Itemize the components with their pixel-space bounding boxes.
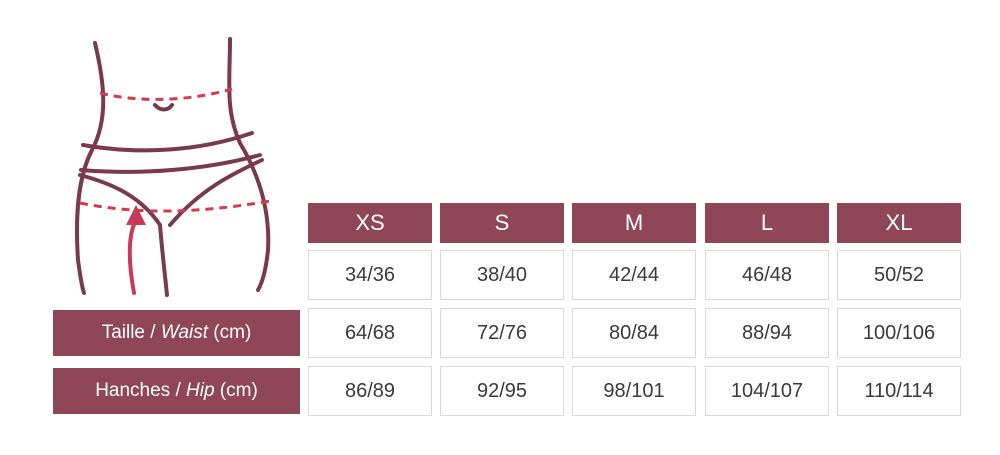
size-header-l: L	[705, 203, 829, 243]
table-cell: 50/52	[837, 250, 961, 300]
table-cell: 100/106	[837, 308, 961, 358]
size-header-s: S	[440, 203, 564, 243]
up-arrow-icon	[126, 205, 146, 295]
table-cell: 92/95	[440, 366, 564, 416]
table-cell: 110/114	[837, 366, 961, 416]
table-cell: 86/89	[308, 366, 432, 416]
table-cell: 72/76	[440, 308, 564, 358]
row-label: Hanches / Hip (cm)	[53, 368, 300, 414]
size-header-xs: XS	[308, 203, 432, 243]
table-cell: 80/84	[572, 308, 696, 358]
size-header-xl: XL	[837, 203, 961, 243]
body-diagram-icon	[74, 37, 271, 297]
table-cell: 64/68	[308, 308, 432, 358]
table-cell: 98/101	[572, 366, 696, 416]
table-cell: 42/44	[572, 250, 696, 300]
table-cell: 88/94	[705, 308, 829, 358]
size-header-m: M	[572, 203, 696, 243]
table-cell: 104/107	[705, 366, 829, 416]
table-cell: 34/36	[308, 250, 432, 300]
table-cell: 38/40	[440, 250, 564, 300]
row-label: Taille / Waist (cm)	[53, 310, 300, 356]
table-cell: 46/48	[705, 250, 829, 300]
